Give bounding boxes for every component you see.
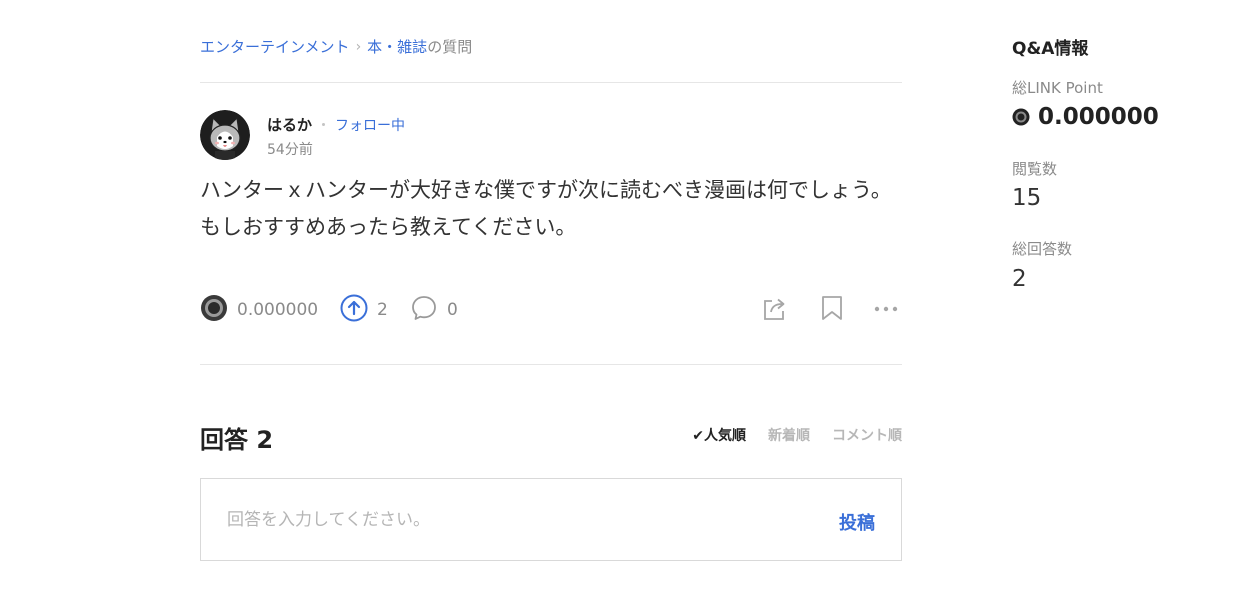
author-info: はるか フォロー中 54分前 xyxy=(267,114,405,159)
comment-count: 0 xyxy=(447,300,458,320)
sort-options: ✔人気順 新着順 コメント順 xyxy=(692,425,902,445)
answers-title: 回答 2 xyxy=(200,426,274,454)
answer-form: 投稿 xyxy=(200,478,902,561)
breadcrumb-category-link[interactable]: エンターテインメント xyxy=(200,36,350,57)
link-point-total-value: 0.000000 xyxy=(1038,104,1159,130)
sidebar-title: Q&A情報 xyxy=(1012,39,1089,59)
comment-button[interactable]: 0 xyxy=(410,292,458,328)
follow-button[interactable]: フォロー中 xyxy=(335,115,405,135)
share-icon xyxy=(761,294,789,326)
upvote-icon xyxy=(340,294,368,326)
sort-popular[interactable]: ✔人気順 xyxy=(692,425,746,445)
divider xyxy=(200,82,902,83)
action-bar: 0.000000 2 0 xyxy=(200,292,902,328)
views-label: 閲覧数 xyxy=(1012,160,1058,178)
upvote-button[interactable]: 2 xyxy=(340,292,388,328)
sort-comments[interactable]: コメント順 xyxy=(832,425,902,445)
author-name[interactable]: はるか xyxy=(267,114,312,135)
separator-dot xyxy=(322,123,326,126)
question-text: ハンターｘハンターが大好きな僕ですが次に読むべき漫画は何でしょう。もしおすすめあ… xyxy=(200,178,892,239)
answers-count-value: 2 xyxy=(1012,266,1027,292)
link-point-icon xyxy=(1012,108,1030,126)
link-point-value: 0.000000 xyxy=(237,300,319,320)
avatar[interactable] xyxy=(200,110,250,160)
bookmark-button[interactable] xyxy=(819,292,845,328)
views-value: 15 xyxy=(1012,185,1042,211)
share-button[interactable] xyxy=(761,292,789,328)
link-point-icon xyxy=(200,294,228,326)
breadcrumb-subcategory-link[interactable]: 本・雑誌 xyxy=(367,36,427,57)
sort-newest[interactable]: 新着順 xyxy=(768,425,810,445)
answers-count-label: 総回答数 xyxy=(1012,240,1073,258)
breadcrumb-separator: › xyxy=(355,38,362,55)
link-point-action[interactable]: 0.000000 xyxy=(200,292,318,328)
author-row: はるか フォロー中 xyxy=(267,114,405,135)
comment-icon xyxy=(410,294,438,326)
post-button[interactable]: 投稿 xyxy=(839,509,875,535)
link-point-total: 0.000000 xyxy=(1012,104,1159,130)
divider xyxy=(200,364,902,365)
link-point-label: 総LINK Point xyxy=(1012,79,1103,97)
post-time: 54分前 xyxy=(267,142,313,158)
upvote-count: 2 xyxy=(377,300,388,320)
check-icon: ✔ xyxy=(692,428,704,444)
breadcrumb-suffix: の質問 xyxy=(427,38,473,56)
breadcrumb: エンターテインメント › 本・雑誌 の質問 xyxy=(200,36,472,57)
more-button[interactable] xyxy=(873,292,899,328)
more-icon xyxy=(873,294,899,326)
answer-input[interactable] xyxy=(227,479,787,560)
bookmark-icon xyxy=(819,294,845,326)
author-block: はるか フォロー中 54分前 xyxy=(200,110,405,160)
